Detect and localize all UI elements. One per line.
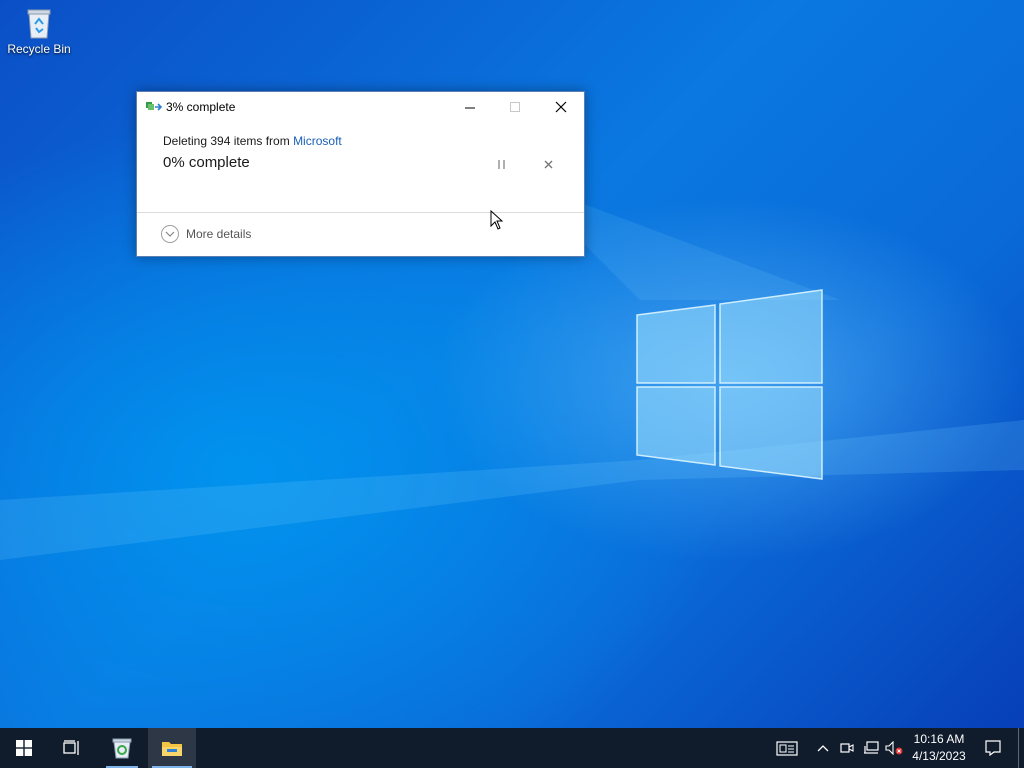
start-button[interactable] [0,728,48,768]
minimize-button[interactable] [447,92,493,122]
taskbar-app-recycle-bin[interactable] [102,728,142,768]
network-button[interactable] [860,728,882,768]
task-view-button[interactable] [48,728,96,768]
file-operation-icon [146,102,162,111]
pause-icon [498,159,505,169]
clock-date: 4/13/2023 [912,749,966,763]
chevron-up-icon [817,745,829,752]
taskbar-clock[interactable]: 10:16 AM 4/13/2023 [905,731,973,765]
source-folder-link[interactable]: Microsoft [293,134,342,148]
minimize-icon [464,107,475,108]
more-details-toggle[interactable]: More details [161,223,251,245]
pause-button[interactable] [492,156,512,172]
cancel-button[interactable] [538,156,558,172]
file-explorer-icon [162,742,182,756]
notification-icon [985,740,1001,756]
volume-muted-icon [885,741,903,755]
news-button[interactable] [772,728,802,768]
dialog-titlebar[interactable]: 3% complete [137,92,584,122]
windows-logo [636,289,823,480]
operation-description: Deleting 394 items from Microsoft [163,134,342,148]
clock-time: 10:16 AM [913,732,965,746]
close-button[interactable] [538,92,584,122]
news-icon [776,740,798,756]
taskbar-app-file-explorer[interactable] [148,728,196,768]
dialog-title: 3% complete [166,100,236,114]
dialog-divider [137,212,584,213]
notification-center-button[interactable] [976,728,1010,768]
mouse-cursor-icon [490,210,504,230]
show-desktop-button[interactable] [1018,728,1019,768]
close-icon [555,101,567,113]
start-icon [16,740,32,756]
task-view-icon [63,740,79,755]
show-hidden-icons-button[interactable] [812,728,834,768]
recycle-bin-app-icon [112,738,132,759]
file-operation-dialog: 3% complete Deleting 394 items from Micr… [136,91,585,257]
progress-text: 0% complete [163,154,250,171]
desktop-icon-label: Recycle Bin [7,42,71,56]
maximize-icon [509,101,520,112]
recycle-bin-icon [24,6,54,40]
taskbar: 10:16 AM 4/13/2023 [0,728,1024,768]
cancel-icon [544,160,552,168]
meet-now-icon [840,743,854,753]
more-details-label: More details [186,227,252,241]
meet-now-button[interactable] [836,728,858,768]
desktop-icon-recycle-bin[interactable]: Recycle Bin [4,6,74,56]
volume-button[interactable] [883,728,905,768]
chevron-down-icon [161,225,179,243]
operation-prefix: Deleting 394 items from [163,134,294,148]
network-icon [864,741,879,754]
maximize-button [492,92,538,122]
